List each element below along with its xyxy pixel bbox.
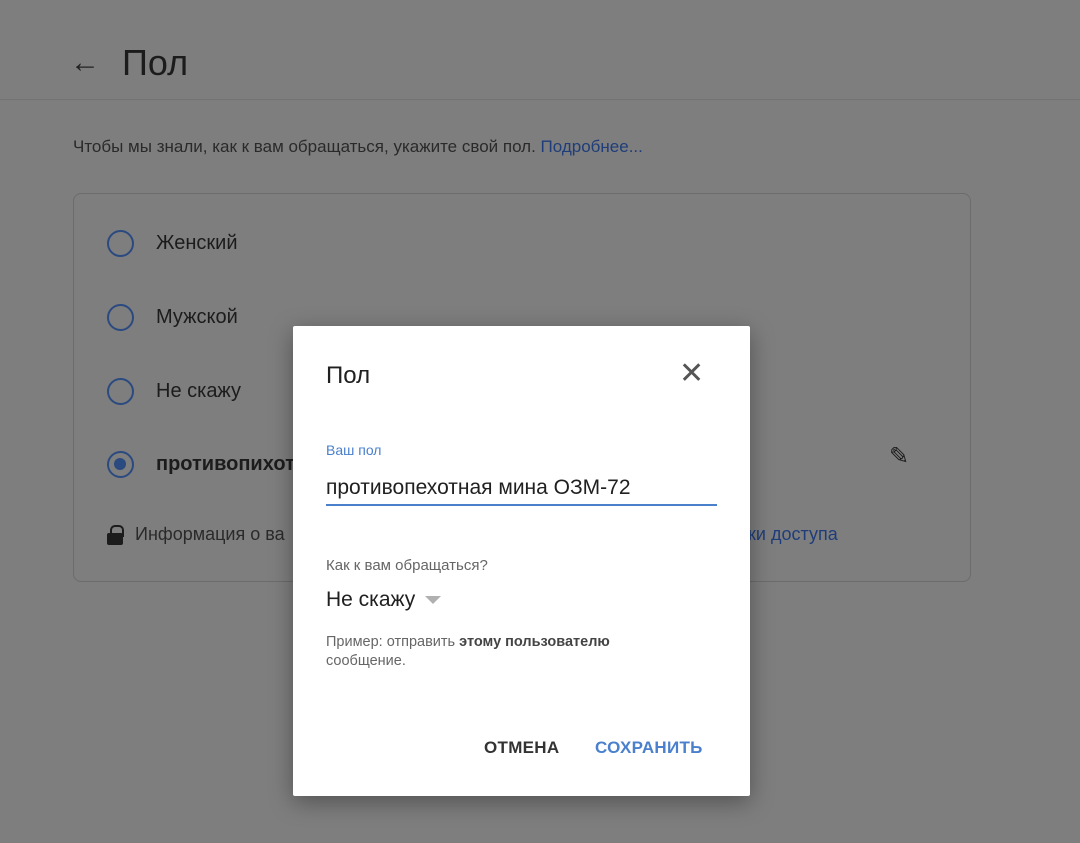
dialog-title: Пол (326, 362, 371, 389)
cancel-button[interactable]: ОТМЕНА (484, 738, 559, 758)
learn-more-link[interactable]: Подробнее... (541, 137, 643, 156)
address-select[interactable]: Не скажу (326, 588, 442, 612)
option-label: Мужской (156, 306, 238, 328)
option-female[interactable]: Женский (107, 230, 237, 257)
access-settings-link[interactable]: йки доступа (738, 524, 838, 545)
back-arrow-icon[interactable]: ← (70, 46, 100, 80)
address-hint: Пример: отправить этому пользователю соо… (326, 633, 656, 671)
page-title: Пол (122, 42, 189, 83)
radio-icon (107, 230, 134, 257)
gender-dialog: Пол ✕ Ваш пол Как к вам обращаться? Не с… (293, 326, 750, 796)
hint-prefix: Пример: отправить (326, 634, 460, 650)
close-icon[interactable]: ✕ (679, 356, 704, 391)
option-custom[interactable]: противопихот (107, 451, 295, 478)
page-header: ← Пол (0, 0, 1080, 100)
hint-suffix: сообщение. (326, 653, 406, 669)
option-label: противопихот (156, 453, 295, 475)
option-label: Не скажу (156, 380, 242, 402)
address-label: Как к вам обращаться? (326, 557, 488, 574)
hint-bold: этому пользователю (459, 634, 610, 650)
lock-icon (107, 524, 124, 545)
radio-icon (107, 304, 134, 331)
gender-field-label: Ваш пол (326, 442, 382, 458)
intro-text: Чтобы мы знали, как к вам обращаться, ук… (73, 137, 643, 157)
intro-label: Чтобы мы знали, как к вам обращаться, ук… (73, 137, 536, 156)
visibility-info: Информация о ва (107, 524, 285, 545)
radio-icon (107, 378, 134, 405)
gender-input[interactable] (326, 472, 717, 506)
edit-pencil-icon[interactable]: ✎ (889, 442, 909, 471)
address-value: Не скажу (326, 588, 416, 611)
option-label: Женский (156, 232, 238, 254)
option-male[interactable]: Мужской (107, 304, 238, 331)
info-text: Информация о ва (135, 524, 285, 544)
save-button[interactable]: СОХРАНИТЬ (595, 738, 703, 758)
dropdown-caret-icon (425, 596, 442, 604)
radio-selected-icon (107, 451, 134, 478)
option-unspecified[interactable]: Не скажу (107, 378, 241, 405)
